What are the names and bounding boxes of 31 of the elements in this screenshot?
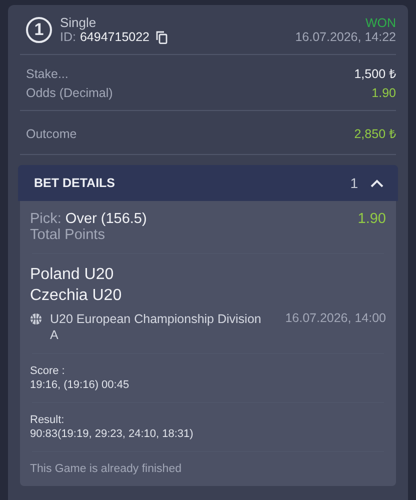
- basketball-icon: [30, 313, 42, 325]
- status-note: This Game is already finished: [30, 462, 182, 476]
- score-label: Score :: [30, 364, 66, 378]
- team-name: Poland U20: [30, 265, 115, 285]
- pick-value: Over (156.5): [65, 211, 147, 227]
- result-value: 90:83(19:19, 29:23, 24:10, 18:31): [30, 427, 194, 441]
- copy-icon[interactable]: [156, 30, 168, 44]
- start-time: 16.07.2026, 14:00: [285, 311, 386, 325]
- result-label: Result:: [30, 413, 66, 427]
- pick-label: Pick:: [30, 211, 62, 227]
- outcome-label: Outcome: [26, 126, 77, 140]
- bet-details-header[interactable]: BET DETAILS 1: [18, 165, 398, 201]
- summary-value: 1.90: [372, 86, 396, 100]
- bet-type: Single: [60, 15, 98, 30]
- pick-odds: 1.90: [358, 211, 386, 227]
- bet-number: 1: [26, 16, 52, 42]
- summary-label: Stake...: [26, 66, 68, 80]
- chevron-icon[interactable]: [370, 178, 384, 188]
- summary-label: Odds (Decimal): [26, 86, 113, 100]
- outcome-value: 2,850 ₺: [354, 126, 396, 142]
- bet-date: 16.07.2026, 14:22: [295, 30, 396, 44]
- competition-name: U20 European Championship Division A: [50, 311, 262, 343]
- team-name: Czechia U20: [30, 286, 123, 306]
- status-label: WON: [365, 16, 396, 30]
- selection-count: 1: [350, 175, 358, 191]
- details-title: BET DETAILS: [34, 176, 116, 190]
- bet-id: 6494715022: [80, 30, 150, 44]
- id-label: ID:: [60, 30, 76, 44]
- market-name: Total Points: [30, 227, 106, 243]
- summary-value: 1,500 ₺: [354, 66, 396, 82]
- score-value: 19:16, (19:16) 00:45: [30, 378, 130, 392]
